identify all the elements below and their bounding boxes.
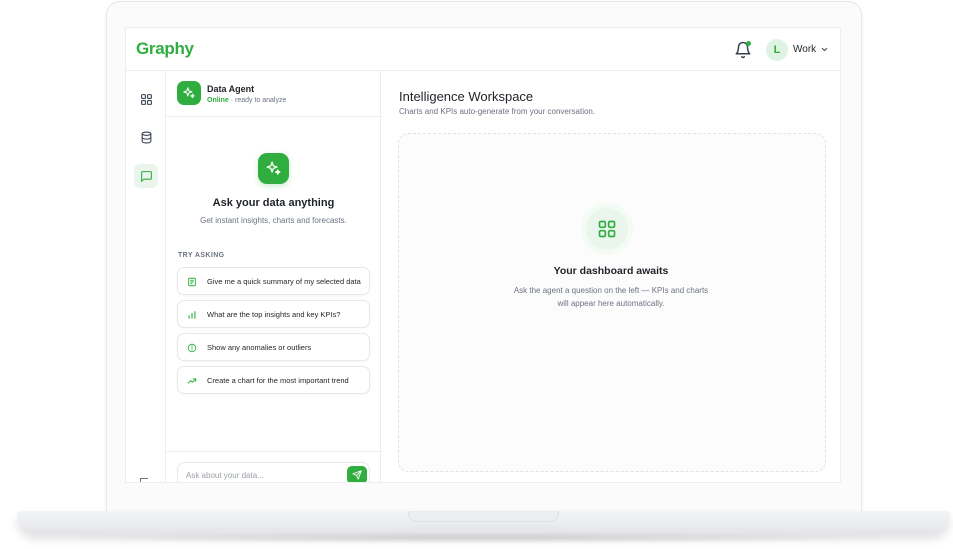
chat-input[interactable] (177, 462, 370, 482)
suggestion-label: What are the top insights and key KPIs? (207, 310, 341, 319)
intelligence-workspace: Intelligence Workspace Charts and KPIs a… (381, 71, 840, 482)
top-bar: Graphy L Work (126, 28, 840, 71)
suggestion-label: Create a chart for the most important tr… (207, 376, 349, 385)
suggestion-summary[interactable]: Give me a quick summary of my selected d… (177, 267, 370, 295)
laptop-shadow (40, 532, 920, 544)
laptop-notch (408, 511, 559, 522)
chat-panel: Data Agent Online · ready to analyze Ask… (166, 71, 381, 482)
chat-input-row (166, 451, 381, 482)
grid-icon (598, 220, 616, 238)
database-icon (141, 131, 151, 143)
chat-icon (140, 170, 152, 182)
empty-state-title: Your dashboard awaits (553, 265, 669, 277)
notification-dot (746, 41, 751, 46)
sparkles-icon (266, 161, 281, 175)
nav-dashboard-button[interactable] (134, 87, 158, 111)
status-online: Online (207, 97, 229, 104)
suggestion-anomalies[interactable]: Show any anomalies or outliers (177, 333, 370, 361)
agent-status: Online · ready to analyze (207, 97, 286, 104)
chat-empty-title: Ask your data anything (212, 197, 335, 209)
bar-chart-icon (188, 311, 196, 319)
agent-header: Data Agent Online · ready to analyze (166, 71, 381, 117)
chevron-down-icon[interactable] (820, 45, 829, 54)
send-button[interactable] (347, 466, 367, 482)
suggestion-label: Show any anomalies or outliers (207, 343, 312, 352)
hero-icon (258, 153, 289, 184)
agent-avatar (177, 81, 201, 105)
chat-empty-subtitle: Get instant insights, charts and forecas… (200, 216, 347, 225)
workspace-switcher-label[interactable]: Work (793, 44, 816, 55)
empty-state-line-1: Ask the agent a question on the left — K… (513, 286, 709, 295)
send-icon (352, 470, 362, 480)
empty-state-line-2: will appear here automatically. (557, 299, 665, 308)
agent-name: Data Agent (207, 84, 255, 94)
nav-data-sources-button[interactable] (134, 125, 158, 149)
workspace-subtitle: Charts and KPIs auto-generate from your … (399, 107, 596, 116)
suggestion-label: Give me a quick summary of my selected d… (207, 277, 361, 286)
sparkles-icon (183, 87, 195, 99)
dashboard-icon-badge (586, 208, 628, 250)
avatar[interactable]: L (766, 39, 788, 61)
document-icon (188, 277, 196, 287)
grid-icon (140, 93, 152, 105)
workspace-title: Intelligence Workspace (399, 89, 534, 104)
dashboard-empty-state: Your dashboard awaits Ask the agent a qu… (398, 133, 826, 472)
graphy-logo[interactable]: Graphy (136, 39, 194, 59)
status-text: · ready to analyze (230, 97, 287, 104)
trend-up-icon (187, 378, 197, 384)
nav-rail (126, 71, 166, 482)
try-asking-label: TRY ASKING (178, 252, 225, 259)
nav-chat-button[interactable] (134, 164, 158, 188)
suggestion-insights[interactable]: What are the top insights and key KPIs? (177, 300, 370, 328)
suggestion-trend-chart[interactable]: Create a chart for the most important tr… (177, 366, 370, 394)
app-screen: Graphy L Work Data Agent Online · ready … (125, 27, 841, 483)
alert-circle-icon (187, 343, 197, 353)
collapse-icon[interactable] (140, 478, 148, 482)
